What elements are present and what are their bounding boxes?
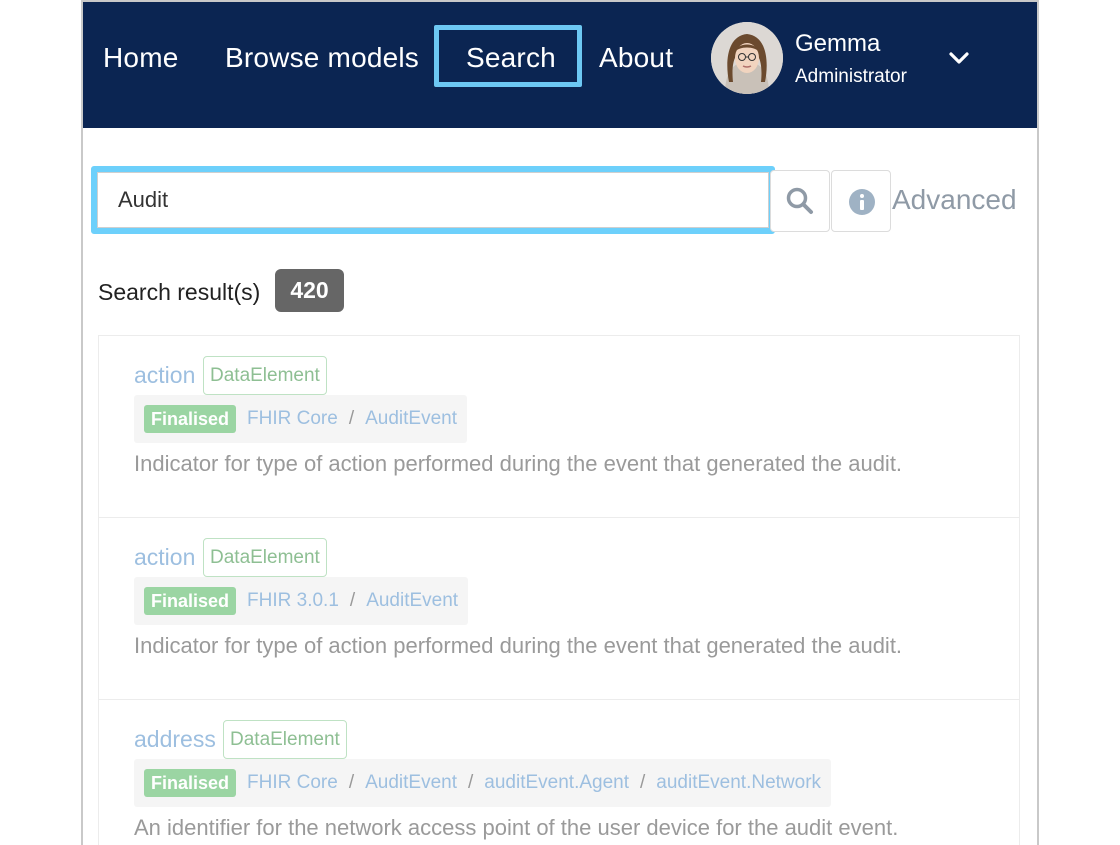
avatar[interactable] — [711, 22, 783, 94]
breadcrumb-link[interactable]: AuditEvent — [365, 772, 457, 794]
info-icon — [849, 189, 875, 215]
breadcrumb: Finalised FHIR 3.0.1 / AuditEvent — [134, 577, 469, 625]
item-type-tag: DataElement — [203, 356, 327, 395]
item-type-tag: DataElement — [223, 720, 347, 759]
search-input-highlight — [91, 166, 775, 234]
status-badge: Finalised — [144, 405, 237, 433]
result-item: action DataElement Finalised FHIR 3.0.1 … — [99, 518, 1019, 700]
result-description: Indicator for type of action performed d… — [134, 633, 903, 658]
breadcrumb: Finalised FHIR Core / AuditEvent — [134, 395, 468, 443]
breadcrumb-link[interactable]: auditEvent.Network — [656, 772, 821, 794]
result-title-link[interactable]: address — [134, 724, 216, 754]
search-icon — [786, 187, 813, 214]
user-role: Administrator — [795, 66, 907, 87]
app-frame: Home Browse models Search About Gemma Ad… — [81, 0, 1039, 845]
results-label: Search result(s) — [98, 279, 261, 305]
breadcrumb-link[interactable]: FHIR Core — [247, 772, 338, 794]
user-portrait-icon — [711, 22, 783, 94]
top-navbar: Home Browse models Search About Gemma Ad… — [83, 2, 1037, 128]
result-description: An identifier for the network access poi… — [134, 815, 899, 840]
breadcrumb-link[interactable]: auditEvent.Agent — [484, 772, 629, 794]
nav-about[interactable]: About — [599, 40, 673, 76]
search-input[interactable] — [97, 172, 769, 228]
nav-home[interactable]: Home — [103, 40, 179, 76]
result-description: Indicator for type of action performed d… — [134, 451, 903, 476]
breadcrumb-link[interactable]: AuditEvent — [366, 590, 458, 612]
chevron-down-icon[interactable] — [947, 46, 971, 70]
item-type-tag: DataElement — [203, 538, 327, 577]
breadcrumb-link[interactable]: FHIR 3.0.1 — [247, 590, 339, 612]
result-title-link[interactable]: action — [134, 360, 195, 390]
status-badge: Finalised — [144, 769, 237, 797]
advanced-search-link[interactable]: Advanced — [892, 182, 1017, 218]
result-title-link[interactable]: action — [134, 542, 195, 572]
result-item: action DataElement Finalised FHIR Core /… — [99, 336, 1019, 518]
search-button[interactable] — [770, 170, 830, 232]
results-count-badge: 420 — [275, 269, 344, 312]
user-name: Gemma — [795, 30, 881, 57]
breadcrumb-link[interactable]: FHIR Core — [247, 408, 338, 430]
breadcrumb-link[interactable]: AuditEvent — [365, 408, 457, 430]
info-button[interactable] — [831, 170, 891, 232]
result-item: address DataElement Finalised FHIR Core … — [99, 700, 1019, 845]
breadcrumb: Finalised FHIR Core / AuditEvent / audit… — [134, 759, 832, 807]
nav-browse-models[interactable]: Browse models — [225, 40, 419, 76]
status-badge: Finalised — [144, 587, 237, 615]
results-list: action DataElement Finalised FHIR Core /… — [98, 335, 1020, 845]
nav-search[interactable]: Search — [466, 40, 556, 76]
